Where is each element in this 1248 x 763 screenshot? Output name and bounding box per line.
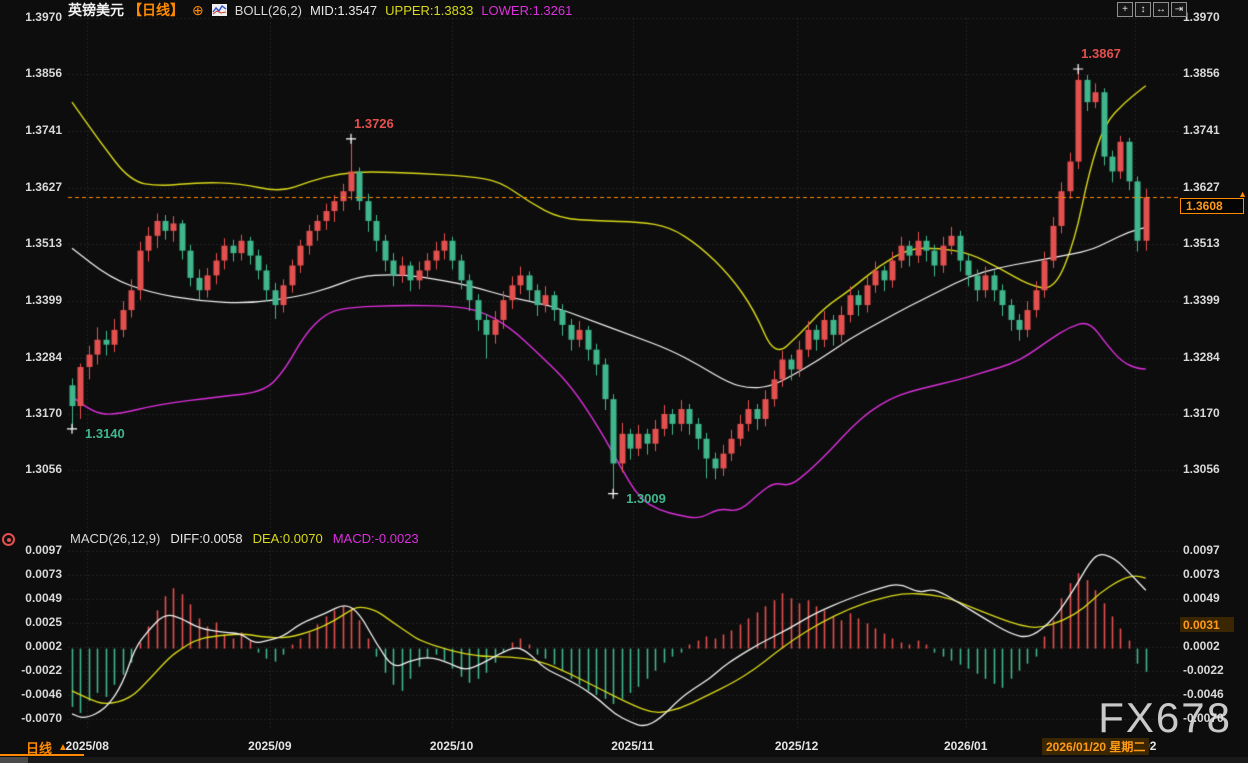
axis-tick-label: 0.0025 xyxy=(25,615,62,629)
price-direction-arrow-icon: ▲ xyxy=(1238,189,1247,199)
chevron-up-icon: ▲ xyxy=(58,742,68,753)
axis-tick-label: -0.0070 xyxy=(21,711,62,725)
axis-tick-label: 1.3970 xyxy=(1183,10,1220,24)
axis-tick-label: 0.0073 xyxy=(25,567,62,581)
axis-tick-label: 1.3741 xyxy=(25,123,62,137)
macd-macd-value: MACD:-0.0023 xyxy=(333,531,419,546)
high-price-annotation: 1.3726 xyxy=(354,116,394,131)
low-price-annotation: 1.3140 xyxy=(85,426,125,441)
watermark: FX678 xyxy=(1098,694,1232,742)
axis-tick-label: 1.3741 xyxy=(1183,123,1220,137)
macd-diff-value: DIFF:0.0058 xyxy=(170,531,242,546)
crosshair-button-icon[interactable]: + xyxy=(1117,2,1133,17)
symbol-title: 英镑美元 xyxy=(68,0,124,20)
go-to-latest-button-icon[interactable]: ⇥ xyxy=(1171,2,1187,17)
boll-lower-value: LOWER:1.3261 xyxy=(481,3,572,18)
macd-value-badge: 0.0031 xyxy=(1180,617,1234,632)
chart-header: 英镑美元 【日线】 ⊕ BOLL(26,2) MID:1.3547 UPPER:… xyxy=(68,1,572,19)
axis-tick-label: 0.0002 xyxy=(25,639,62,653)
zoom-vertical-button-icon[interactable]: ↕ xyxy=(1135,2,1151,17)
tab-active-indicator xyxy=(0,754,84,756)
axis-tick-label: 1.3170 xyxy=(25,406,62,420)
axis-tick-label: 1.3284 xyxy=(25,350,62,364)
axis-tick-label: 0.0002 xyxy=(1183,639,1220,653)
axis-tick-label: 0.0097 xyxy=(1183,543,1220,557)
axis-tick-label: 1.3056 xyxy=(1183,462,1220,476)
axis-tick-label: 1.3513 xyxy=(25,236,62,250)
last-price-badge: 1.3608 xyxy=(1180,198,1244,214)
axis-tick-label: 0.0073 xyxy=(1183,567,1220,581)
macd-dea-value: DEA:0.0070 xyxy=(253,531,323,546)
time-scrollbar[interactable] xyxy=(0,757,1248,763)
axis-tick-label: 1.3970 xyxy=(25,10,62,24)
low-price-annotation: 1.3009 xyxy=(626,491,666,506)
macd-name-label: MACD(26,12,9) xyxy=(70,531,160,546)
indicator-settings-icon[interactable] xyxy=(2,533,15,546)
axis-tick-label: 1.3627 xyxy=(25,180,62,194)
zoom-horizontal-button-icon[interactable]: ↔ xyxy=(1153,2,1169,17)
boll-upper-value: UPPER:1.3833 xyxy=(385,3,473,18)
axis-tick-label: 0.0049 xyxy=(25,591,62,605)
period-label: 【日线】 xyxy=(128,0,184,20)
axis-tick-label: 1.3399 xyxy=(1183,293,1220,307)
axis-tick-label: 1.3284 xyxy=(1183,350,1220,364)
time-scrollbar-thumb[interactable] xyxy=(0,757,28,763)
chart-canvas[interactable] xyxy=(0,0,1248,763)
add-indicator-icon[interactable]: ⊕ xyxy=(192,3,204,17)
axis-tick-label: 1.3627 xyxy=(1183,180,1220,194)
chart-type-icon[interactable] xyxy=(212,4,227,16)
axis-tick-label: -0.0022 xyxy=(1183,663,1224,677)
boll-label: BOLL(26,2) xyxy=(235,3,302,18)
boll-mid-value: MID:1.3547 xyxy=(310,3,377,18)
chart-toolbar: +↕↔⇥ xyxy=(1117,2,1187,17)
high-price-annotation: 1.3867 xyxy=(1081,46,1121,61)
axis-tick-label: 0.0049 xyxy=(1183,591,1220,605)
axis-tick-label: 1.3056 xyxy=(25,462,62,476)
chart-app: 英镑美元 【日线】 ⊕ BOLL(26,2) MID:1.3547 UPPER:… xyxy=(0,0,1248,763)
axis-tick-label: -0.0022 xyxy=(21,663,62,677)
axis-tick-label: -0.0046 xyxy=(21,687,62,701)
axis-tick-label: 1.3856 xyxy=(25,66,62,80)
axis-tick-label: 0.0097 xyxy=(25,543,62,557)
axis-tick-label: 1.3513 xyxy=(1183,236,1220,250)
axis-tick-label: 1.3856 xyxy=(1183,66,1220,80)
macd-header: MACD(26,12,9) DIFF:0.0058 DEA:0.0070 MAC… xyxy=(70,531,419,546)
axis-tick-label: 1.3170 xyxy=(1183,406,1220,420)
axis-tick-label: 1.3399 xyxy=(25,293,62,307)
